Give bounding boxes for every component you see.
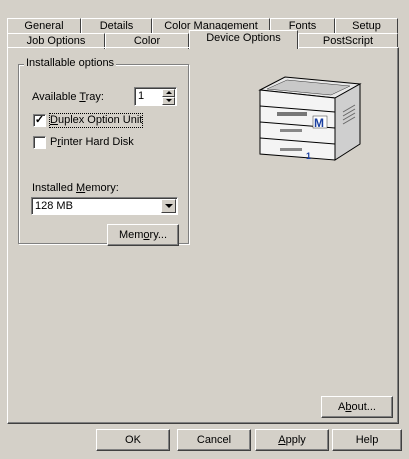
hard-disk-label[interactable]: Printer Hard Disk — [50, 136, 134, 149]
tray-label: Available Tray: — [32, 91, 104, 103]
group-title: Installable options — [24, 57, 117, 70]
help-button[interactable]: Help — [332, 429, 402, 451]
tab-setup[interactable]: Setup — [335, 18, 398, 34]
arrow-up-icon — [166, 91, 172, 94]
tray-spin-down-button[interactable] — [162, 97, 175, 105]
tray-spinner[interactable]: 1 — [134, 87, 177, 106]
tab-general[interactable]: General — [7, 18, 81, 34]
printer-badge: M — [314, 116, 324, 130]
duplex-label[interactable]: Duplex Option Unit — [48, 113, 144, 128]
memory-dropdown[interactable]: 128 MB — [31, 197, 178, 215]
tab-details[interactable]: Details — [81, 18, 152, 34]
arrow-down-icon — [166, 99, 172, 102]
printer-tray-number: 1 — [306, 151, 312, 161]
apply-button[interactable]: Apply — [255, 429, 329, 451]
duplex-checkbox[interactable]: ✓ — [33, 114, 46, 127]
chevron-down-icon — [165, 204, 173, 208]
ok-button[interactable]: OK — [96, 429, 170, 451]
memory-label: Installed Memory: — [32, 182, 119, 194]
about-button[interactable]: About... — [321, 396, 393, 418]
cancel-button[interactable]: Cancel — [177, 429, 251, 451]
tray-value[interactable]: 1 — [138, 90, 144, 103]
tray-spin-up-button[interactable] — [162, 89, 175, 97]
memory-button[interactable]: Memory... — [107, 224, 179, 246]
hard-disk-checkbox[interactable] — [33, 136, 46, 149]
tab-device-options[interactable]: Device Options — [189, 30, 298, 49]
memory-dropdown-button[interactable] — [161, 199, 176, 213]
memory-value: 128 MB — [35, 200, 73, 212]
